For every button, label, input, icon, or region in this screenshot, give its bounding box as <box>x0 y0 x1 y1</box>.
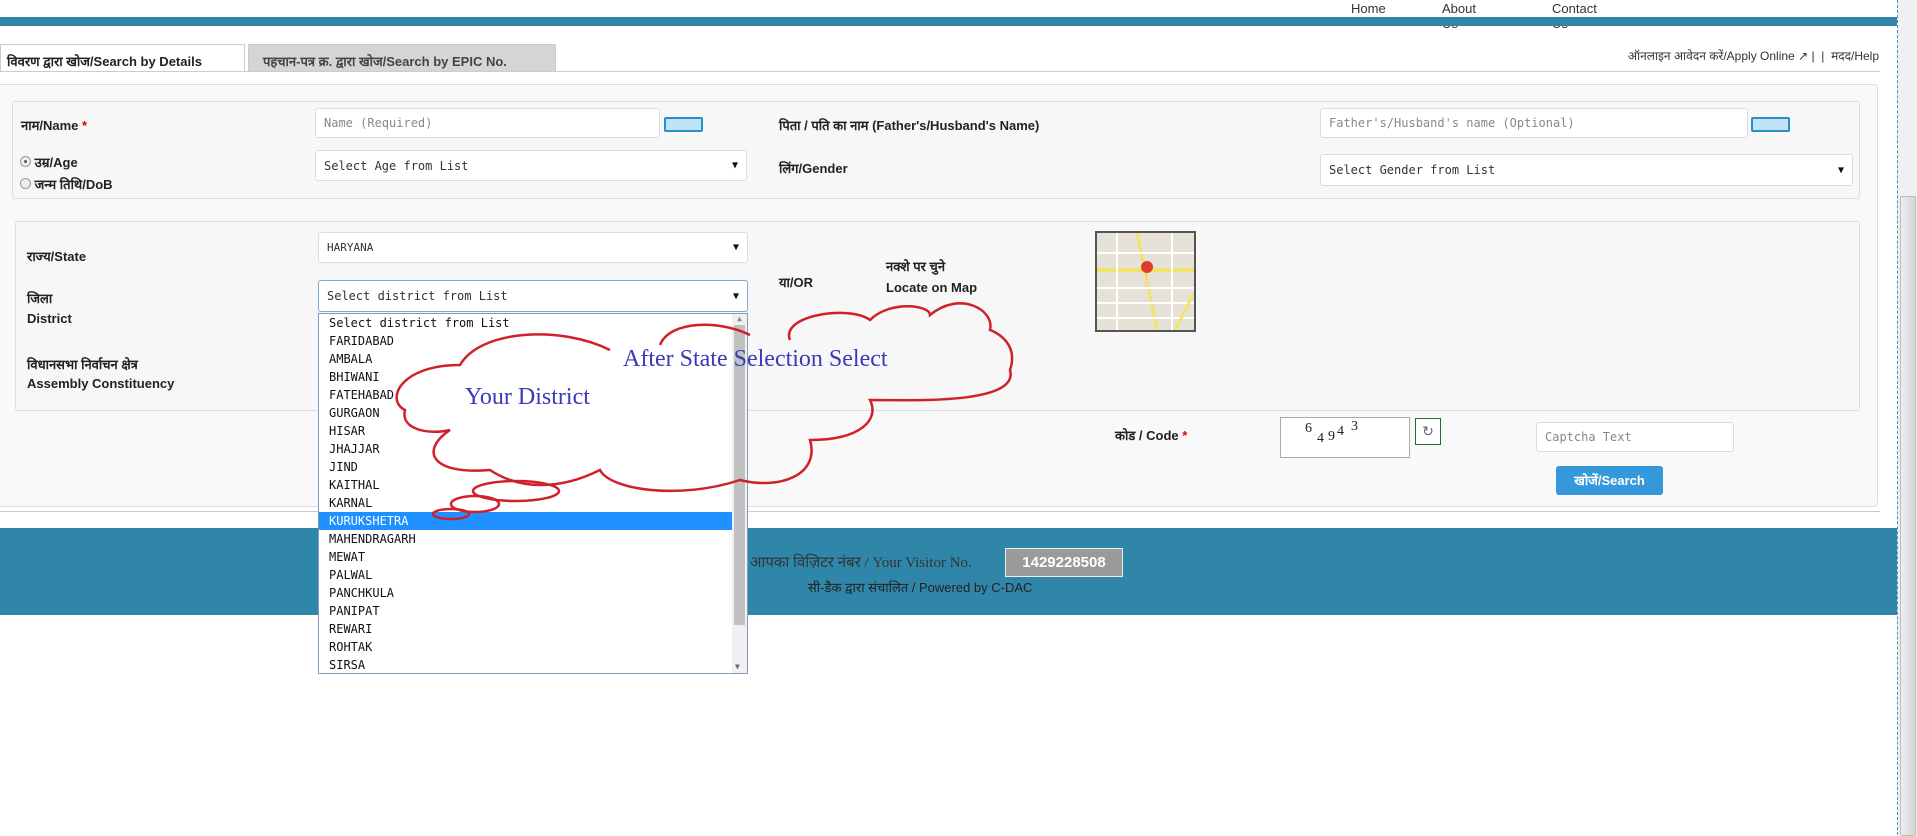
keyboard-icon[interactable] <box>1751 117 1790 132</box>
visitor-label: आपका विज़िटर नंबर / Your Visitor No. <box>750 555 972 571</box>
tab-search-by-epic[interactable]: पहचान-पत्र क्र. द्वारा खोज/Search by EPI… <box>248 44 556 72</box>
code-label: कोड / Code * <box>1115 428 1188 443</box>
nav-home[interactable]: Home <box>1351 1 1386 16</box>
dropdown-option[interactable]: MAHENDRAGARH <box>319 530 732 548</box>
chevron-down-icon: ▼ <box>732 290 739 302</box>
age-radio-row[interactable]: उम्र/Age <box>20 153 78 171</box>
father-name-input[interactable]: Father's/Husband's name (Optional) <box>1320 108 1748 138</box>
refresh-captcha-icon[interactable]: ↻ <box>1415 418 1441 445</box>
help-link[interactable]: मदद/Help <box>1831 49 1879 63</box>
dropdown-option[interactable]: KAITHAL <box>319 476 732 494</box>
page-scrollbar[interactable] <box>1897 0 1917 836</box>
scroll-down-icon[interactable]: ▼ <box>735 662 740 671</box>
visitor-count: 1429228508 <box>1005 548 1123 577</box>
chevron-down-icon: ▼ <box>732 242 739 253</box>
dropdown-option[interactable]: PANIPAT <box>319 602 732 620</box>
dropdown-option[interactable]: ROHTAK <box>319 638 732 656</box>
page-scrollbar-thumb[interactable] <box>1900 196 1916 836</box>
dropdown-option[interactable]: KURUKSHETRA <box>319 512 732 530</box>
search-button[interactable]: खोजें/Search <box>1556 466 1663 495</box>
divider <box>0 511 1880 512</box>
dropdown-option[interactable]: JHAJJAR <box>319 440 732 458</box>
district-label-hi: जिला <box>27 291 53 306</box>
map-label-en: Locate on Map <box>886 280 978 295</box>
map-label-hi: नक्शे पर चुने <box>886 259 946 274</box>
location-panel <box>15 221 1860 411</box>
header-bar <box>0 17 1897 26</box>
dropdown-option[interactable]: HISAR <box>319 422 732 440</box>
dropdown-option[interactable]: MEWAT <box>319 548 732 566</box>
dob-radio-row[interactable]: जन्म तिथि/DoB <box>20 175 113 193</box>
tab-divider <box>0 71 1880 72</box>
top-links: ऑनलाइन आवेदन करें/Apply Online ↗ | | मदद… <box>1628 47 1879 64</box>
annotation-line1: After State Selection Select <box>623 346 888 372</box>
chevron-down-icon: ▼ <box>731 160 738 171</box>
dropdown-option[interactable]: Select district from List <box>319 314 732 332</box>
separator: | <box>1821 49 1825 63</box>
age-radio[interactable] <box>20 156 31 167</box>
separator: | <box>1811 49 1815 63</box>
gender-select[interactable]: Select Gender from List ▼ <box>1320 154 1853 186</box>
captcha-image: 6 4 9 4 3 <box>1280 417 1410 458</box>
powered-by: सी-डैक द्वारा संचालित / Powered by C-DAC <box>808 580 1033 595</box>
or-label: या/OR <box>779 275 814 290</box>
tab-search-by-details[interactable]: विवरण द्वारा खोज/Search by Details <box>0 44 245 72</box>
captcha-input[interactable]: Captcha Text <box>1536 422 1734 452</box>
apply-online-link[interactable]: ऑनलाइन आवेदन करें/Apply Online <box>1628 49 1795 63</box>
map-icon <box>1097 233 1194 330</box>
name-input[interactable]: Name (Required) <box>315 108 660 138</box>
external-link-icon: ↗ <box>1798 49 1809 63</box>
chevron-down-icon: ▼ <box>1837 164 1844 176</box>
dropdown-option[interactable]: PALWAL <box>319 566 732 584</box>
dropdown-option[interactable]: SIRSA <box>319 656 732 674</box>
keyboard-icon[interactable] <box>664 117 703 132</box>
scroll-up-icon[interactable]: ▲ <box>732 314 747 323</box>
state-select[interactable]: HARYANA ▼ <box>318 232 748 263</box>
dropdown-option[interactable]: JIND <box>319 458 732 476</box>
dropdown-option[interactable]: KARNAL <box>319 494 732 512</box>
dropdown-option[interactable]: REWARI <box>319 620 732 638</box>
assembly-label-en: Assembly Constituency <box>27 376 175 391</box>
name-label: नाम/Name * <box>21 118 88 133</box>
age-select[interactable]: Select Age from List ▼ <box>315 150 747 181</box>
gender-label: लिंग/Gender <box>779 161 848 176</box>
district-select[interactable]: Select district from List ▼ <box>318 280 748 312</box>
nav-contact[interactable]: Contact Us <box>1552 1 1597 31</box>
district-label-en: District <box>27 311 72 326</box>
assembly-label-hi: विधानसभा निर्वाचन क्षेत्र <box>27 357 138 372</box>
dob-radio[interactable] <box>20 178 31 189</box>
map-thumbnail[interactable] <box>1095 231 1196 332</box>
annotation-line2: Your District <box>465 384 590 410</box>
nav-about[interactable]: About Us <box>1442 1 1476 31</box>
state-label: राज्य/State <box>27 249 87 264</box>
dropdown-option[interactable]: PANCHKULA <box>319 584 732 602</box>
father-name-label: पिता / पति का नाम (Father's/Husband's Na… <box>779 118 1040 133</box>
